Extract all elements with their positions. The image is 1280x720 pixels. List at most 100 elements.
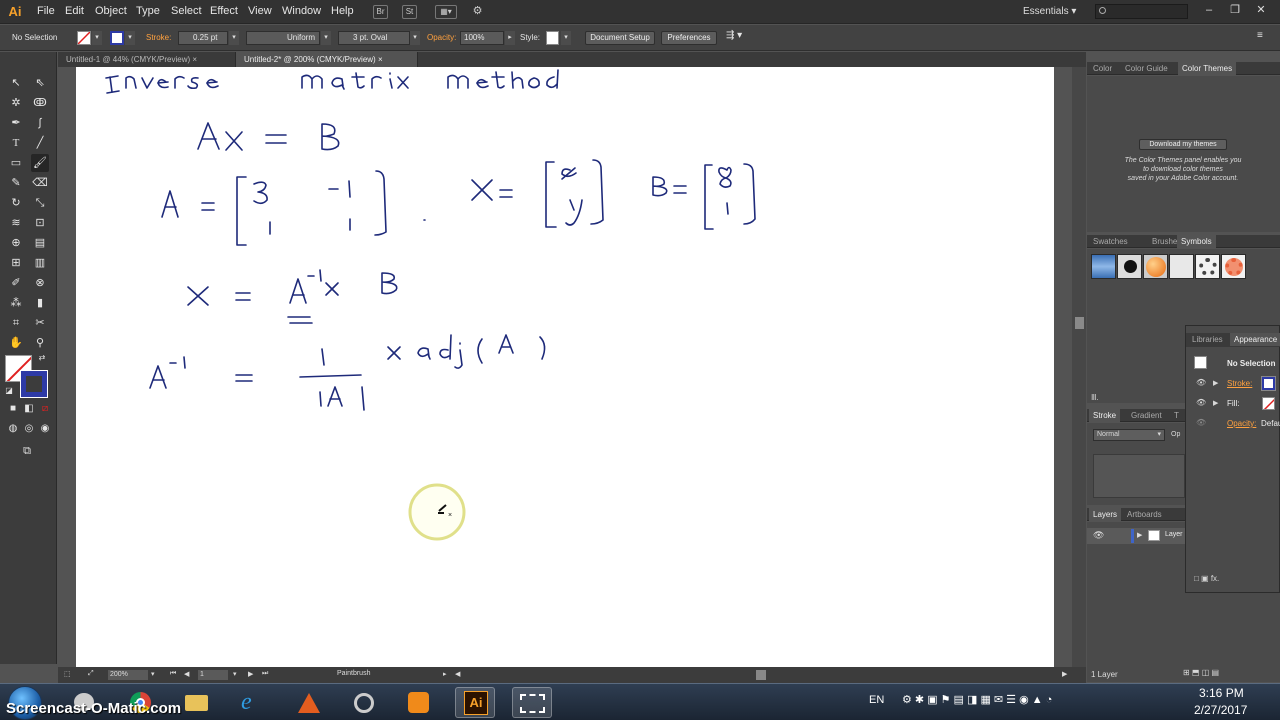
tray-icons[interactable]: ⚙ ✱ ▣ ⚑ ▤ ◨ ▦ ✉ ☰ ◉ ▲ ◔ — [902, 693, 1052, 706]
tab-close-icon[interactable]: × — [378, 55, 383, 64]
clock-time[interactable]: 3:16 PM — [1199, 686, 1244, 700]
artboard[interactable]: × — [76, 67, 1054, 667]
tab-libraries[interactable]: Libraries — [1188, 333, 1227, 346]
menu-help[interactable]: Help — [331, 5, 354, 17]
tab-color-guide[interactable]: Color Guide — [1121, 62, 1172, 75]
next-artboard-icon[interactable]: ▶ — [248, 670, 253, 678]
download-themes-button[interactable]: Download my themes — [1139, 139, 1227, 150]
menu-object[interactable]: Object — [95, 5, 127, 17]
stroke-weight-dropdown[interactable]: ▾ — [229, 31, 239, 45]
tab-color-themes[interactable]: Color Themes — [1178, 62, 1237, 75]
minimize-button[interactable]: – — [1198, 3, 1220, 18]
stroke-dropdown[interactable]: ▾ — [125, 31, 135, 45]
fill-dropdown[interactable]: ▾ — [92, 31, 102, 45]
panel-menu-icon[interactable]: ≡ — [1257, 30, 1263, 41]
opacity-dropdown[interactable]: ▸ — [505, 31, 515, 45]
appearance-fill-row[interactable]: 👁 ▶ Fill: — [1186, 394, 1280, 414]
vertical-scrollbar[interactable] — [1072, 67, 1086, 667]
stroke-weight-field[interactable]: 0.25 pt — [178, 31, 228, 45]
tab-swatches[interactable]: Swatches — [1089, 235, 1132, 248]
ie-icon[interactable]: e — [232, 687, 272, 718]
shape-builder-tool-icon[interactable]: ⊕ — [7, 234, 25, 252]
tab-symbols[interactable]: Symbols — [1177, 235, 1216, 248]
symbol-corner[interactable] — [1169, 254, 1194, 279]
opacity-label[interactable]: Opacity: — [1227, 419, 1256, 428]
symbol-ink-splat[interactable] — [1117, 254, 1142, 279]
prev-artboard-icon[interactable]: ◀ — [184, 670, 189, 678]
warp-tool-icon[interactable]: ≋ — [7, 214, 25, 232]
media-icon[interactable] — [344, 687, 384, 718]
tab-artboards[interactable]: Artboards — [1123, 508, 1166, 521]
gpu-performance-icon[interactable]: ⚙ — [470, 5, 485, 19]
type-tool-icon[interactable]: T — [7, 134, 25, 152]
stroke-swatch[interactable] — [1261, 376, 1276, 391]
expand-icon[interactable]: ▶ — [1213, 399, 1218, 407]
tab-color[interactable]: Color — [1089, 62, 1116, 75]
scroll-thumb[interactable] — [1075, 317, 1084, 329]
player-icon[interactable] — [398, 687, 438, 718]
menu-select[interactable]: Select — [171, 5, 202, 17]
clock-date[interactable]: 2/27/2017 — [1194, 703, 1247, 717]
tab-stroke[interactable]: Stroke — [1089, 409, 1121, 422]
fill-swatch[interactable] — [1262, 397, 1275, 410]
line-tool-icon[interactable]: ╱ — [31, 134, 49, 152]
file-explorer-icon[interactable] — [176, 687, 216, 718]
opacity-mask-thumb[interactable] — [1093, 454, 1185, 498]
layer-name[interactable]: Layer — [1165, 531, 1183, 538]
preferences-button[interactable]: Preferences — [661, 31, 717, 45]
rotate-tool-icon[interactable]: ↻ — [7, 194, 25, 212]
screen-capture-icon[interactable] — [512, 687, 552, 718]
fill-label[interactable]: Fill: — [1227, 399, 1239, 408]
style-dropdown[interactable]: ▾ — [561, 31, 571, 45]
artboard-tool-icon[interactable]: ⌗ — [7, 314, 25, 332]
align-options-icon[interactable]: ⇶ ▾ — [726, 30, 742, 41]
layer-row[interactable]: 👁 ▶ Layer — [1087, 528, 1187, 544]
swap-colors-icon[interactable]: ⇄ — [36, 352, 48, 364]
tab-close-icon[interactable]: × — [192, 55, 197, 64]
paintbrush-tool-icon[interactable]: 🖌 — [31, 154, 49, 172]
visibility-eye-icon[interactable]: 👁 — [1093, 530, 1104, 541]
fill-color-swatch[interactable] — [77, 31, 91, 45]
stock-icon[interactable]: St — [402, 5, 417, 19]
variable-width-profile[interactable]: Uniform — [246, 31, 320, 45]
fit-artboard-icon[interactable]: ⤢ — [88, 670, 94, 678]
appearance-opacity-row[interactable]: 👁 Opacity: Defau — [1186, 414, 1280, 434]
magic-wand-tool-icon[interactable]: ✲ — [7, 94, 25, 112]
hand-tool-icon[interactable]: ✋ — [7, 334, 25, 352]
blend-tool-icon[interactable]: ⊗ — [31, 274, 49, 292]
scale-tool-icon[interactable]: ⤡ — [31, 194, 49, 212]
symbol-flower[interactable] — [1221, 254, 1246, 279]
menu-file[interactable]: File — [37, 5, 55, 17]
tab-untitled-2[interactable]: Untitled-2* @ 200% (CMYK/Preview) × — [236, 52, 418, 67]
artboard-dropdown-icon[interactable]: ▾ — [233, 670, 237, 678]
scroll-left-icon[interactable]: ◀ — [455, 670, 460, 678]
search-input[interactable] — [1095, 4, 1188, 19]
color-mode-icon[interactable]: ■ — [6, 402, 20, 416]
eyedropper-tool-icon[interactable]: ✐ — [7, 274, 25, 292]
tab-untitled-1[interactable]: Untitled-1 @ 44% (CMYK/Preview) × — [58, 52, 236, 67]
symbol-libraries-icon[interactable]: Ⅲ. — [1091, 393, 1099, 402]
menu-view[interactable]: View — [248, 5, 272, 17]
visibility-eye-icon[interactable]: 👁 — [1196, 378, 1206, 387]
expand-icon[interactable]: ▶ — [1213, 379, 1218, 387]
appearance-footer-icons[interactable]: □ ▣ fx. — [1194, 574, 1219, 583]
tab-appearance[interactable]: Appearance — [1230, 333, 1280, 346]
scroll-right-icon[interactable]: ▶ — [1062, 670, 1067, 678]
mesh-tool-icon[interactable]: ⊞ — [7, 254, 25, 272]
column-graph-tool-icon[interactable]: ▮ — [31, 294, 49, 312]
gradient-tool-icon[interactable]: ▥ — [31, 254, 49, 272]
symbol-sprayer-tool-icon[interactable]: ⁂ — [7, 294, 25, 312]
perspective-grid-tool-icon[interactable]: ▤ — [31, 234, 49, 252]
symbol-blue-banner[interactable] — [1091, 254, 1116, 279]
graphic-style-swatch[interactable] — [546, 31, 559, 45]
zoom-dropdown-icon[interactable]: ▾ — [151, 670, 155, 678]
symbol-orange-ball[interactable] — [1143, 254, 1168, 279]
curvature-tool-icon[interactable]: ∫ — [31, 114, 49, 132]
profile-dropdown[interactable]: ▾ — [321, 31, 331, 45]
opacity-label[interactable]: Opacity: — [427, 33, 456, 42]
menu-window[interactable]: Window — [282, 5, 321, 17]
stroke-swatch[interactable] — [20, 370, 48, 398]
direct-selection-tool-icon[interactable]: ⇖ — [31, 74, 49, 92]
menu-edit[interactable]: Edit — [65, 5, 84, 17]
stroke-label[interactable]: Stroke: — [1227, 379, 1252, 388]
